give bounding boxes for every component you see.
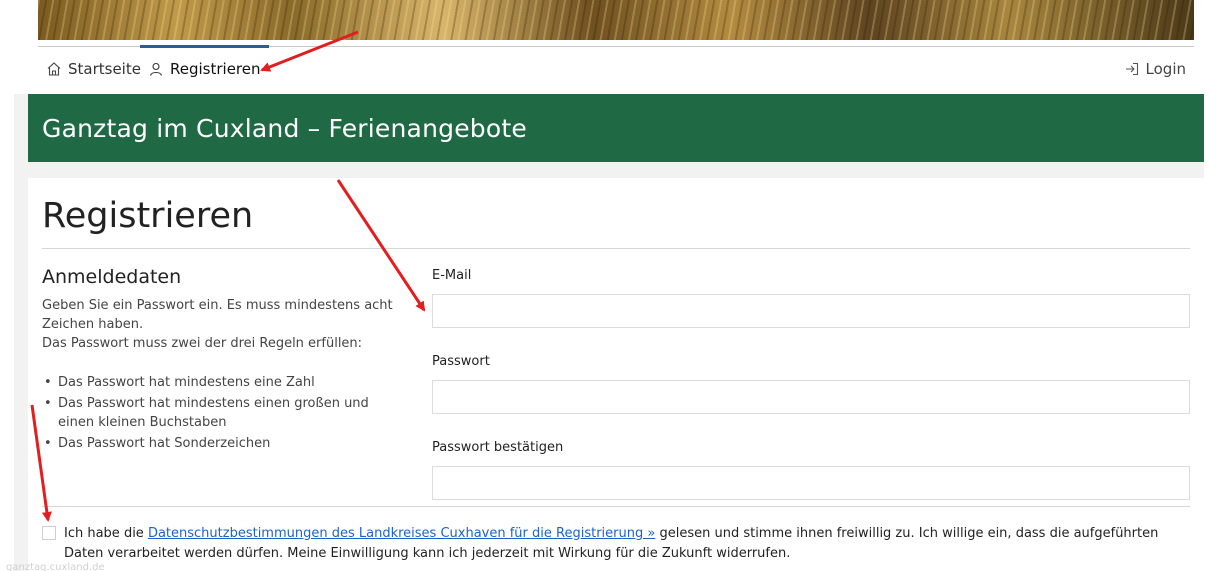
form-divider [42, 506, 1190, 507]
status-url-text: ganztag.cuxland.de [6, 562, 105, 571]
privacy-consent-checkbox[interactable] [42, 526, 56, 540]
nav-home-label: Startseite [68, 60, 141, 78]
home-icon [47, 62, 61, 76]
nav-home-link[interactable]: Startseite [46, 47, 141, 91]
password-field[interactable] [432, 380, 1190, 414]
confirm-password-field[interactable] [432, 466, 1190, 500]
title-divider [42, 248, 1190, 249]
password-rule: Das Passwort hat mindestens einen großen… [42, 394, 402, 432]
password-rules-intro: Das Passwort muss zwei der drei Regeln e… [42, 336, 363, 351]
site-hero-bar: Ganztag im Cuxland – Ferienangebote [28, 94, 1204, 162]
user-icon [149, 62, 163, 76]
nav-register-label: Registrieren [170, 59, 261, 78]
privacy-consent-text: Ich habe die Datenschutzbestimmungen des… [64, 524, 1192, 564]
credentials-info: Anmeldedaten Geben Sie ein Passwort ein.… [42, 266, 402, 455]
header-banner-image [38, 0, 1194, 40]
registration-form: E-Mail Passwort Passwort bestätigen [432, 268, 1190, 526]
password-rule: Das Passwort hat Sonderzeichen [42, 434, 402, 453]
confirm-password-label: Passwort bestätigen [432, 440, 564, 455]
page-title: Registrieren [42, 196, 254, 236]
nav-register-link[interactable]: Registrieren [140, 45, 269, 89]
password-label: Passwort [432, 354, 490, 369]
login-icon [1125, 62, 1138, 76]
registration-card: Registrieren Anmeldedaten Geben Sie ein … [28, 178, 1204, 571]
privacy-consent: Ich habe die Datenschutzbestimmungen des… [42, 524, 1192, 564]
nav-login-link[interactable]: Login [1124, 47, 1186, 91]
password-rule: Das Passwort hat mindestens eine Zahl [42, 373, 402, 392]
password-rules-list: Das Passwort hat mindestens eine Zahl Da… [42, 373, 402, 453]
privacy-policy-link[interactable]: Datenschutzbestimmungen des Landkreises … [148, 526, 655, 541]
main-navigation: Startseite Registrieren Login [38, 45, 1194, 91]
email-label: E-Mail [432, 268, 472, 283]
nav-login-label: Login [1145, 60, 1186, 78]
site-title: Ganztag im Cuxland – Ferienangebote [42, 113, 527, 143]
password-help-text: Geben Sie ein Passwort ein. Es muss mind… [42, 298, 393, 332]
consent-prefix: Ich habe die [64, 526, 148, 541]
email-field[interactable] [432, 294, 1190, 328]
credentials-heading: Anmeldedaten [42, 266, 182, 288]
